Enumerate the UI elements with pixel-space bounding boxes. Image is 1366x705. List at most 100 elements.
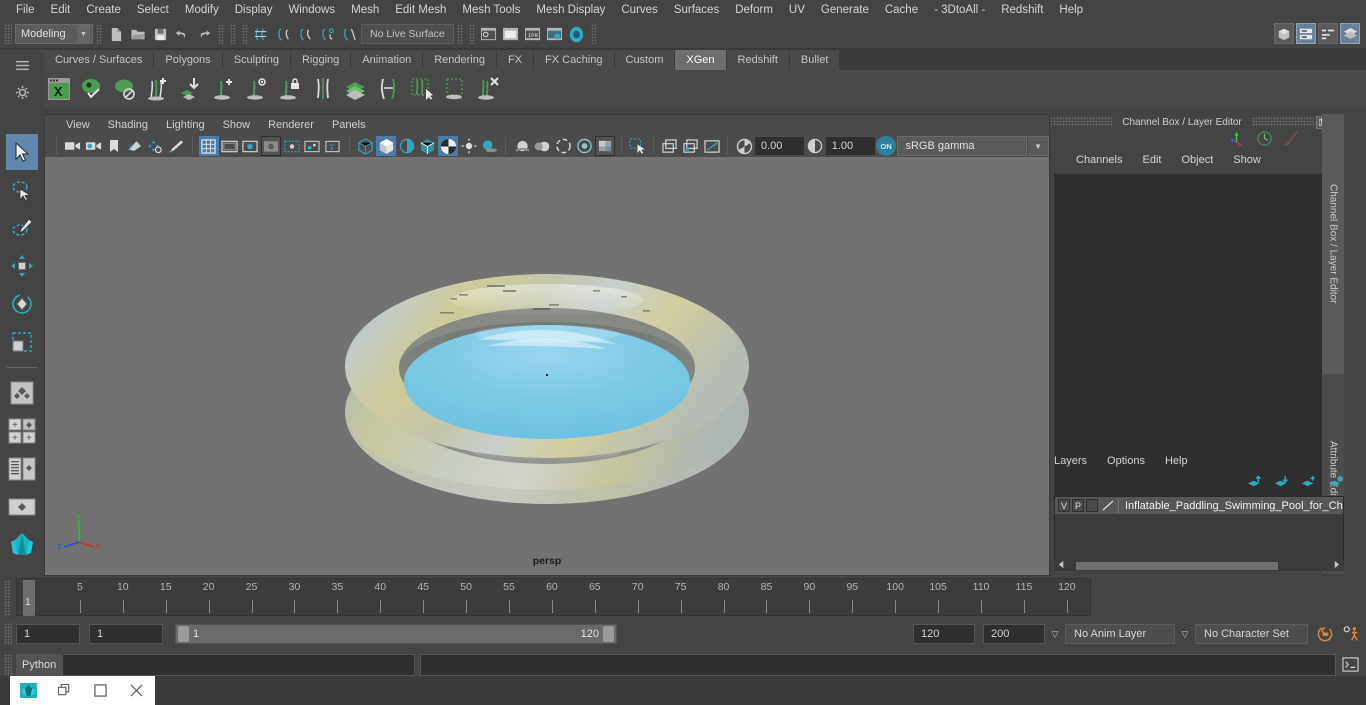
auto-keyframe-toggle-icon[interactable] [1312, 625, 1338, 643]
animation-clock-icon[interactable] [1256, 130, 1273, 150]
menu-curves[interactable]: Curves [613, 0, 665, 20]
menu-mesh-display[interactable]: Mesh Display [528, 0, 613, 20]
film-gate-icon[interactable] [220, 136, 240, 156]
redo-icon[interactable] [193, 23, 215, 45]
texture-toggle-icon[interactable] [438, 136, 459, 156]
script-language-label[interactable]: Python [16, 654, 63, 676]
shadows-toggle-icon[interactable] [480, 136, 500, 156]
menu-set-selector[interactable]: Modeling ▼ [15, 24, 93, 44]
layer-list-horizontal-scrollbar[interactable] [1054, 560, 1344, 571]
menu-uv[interactable]: UV [781, 0, 813, 20]
wireframe-shading-icon[interactable] [356, 136, 376, 156]
create-empty-layer-icon[interactable] [1301, 475, 1317, 492]
viewport-menu-view[interactable]: View [57, 119, 99, 131]
shelf-tab-curves-surfaces[interactable]: Curves / Surfaces [44, 50, 155, 70]
display-layer-copy-2-icon[interactable] [681, 136, 701, 156]
range-slider-left-handle[interactable] [178, 626, 189, 642]
layer-visibility-toggle[interactable]: V [1058, 499, 1070, 512]
layer-menu-help[interactable]: Help [1165, 455, 1188, 467]
shelf-options-menu-icon[interactable] [9, 53, 35, 77]
character-set-select[interactable]: No Character Set [1195, 624, 1308, 644]
toggle-attribute-editor-button[interactable] [1296, 23, 1316, 44]
last-tool-used-icon[interactable] [6, 375, 38, 411]
paint-select-tool-icon[interactable] [6, 210, 38, 246]
xgen-lock-guide-icon[interactable] [275, 73, 305, 105]
menu-3dtoall[interactable]: - 3DtoAll - [926, 0, 993, 20]
channel-menu-channels[interactable]: Channels [1076, 154, 1122, 166]
display-layer-list[interactable]: V P Inflatable_Paddling_Swimming_Pool_fo… [1054, 496, 1344, 568]
lasso-select-tool-icon[interactable] [6, 172, 38, 208]
xgen-convert-primitives-icon[interactable] [374, 73, 404, 105]
display-resolution-icon[interactable] [702, 136, 722, 156]
toggle-tool-settings-button[interactable] [1318, 23, 1338, 44]
layer-playback-toggle[interactable]: P [1072, 499, 1084, 512]
exposure-icon[interactable] [734, 136, 754, 156]
command-line-grip[interactable] [4, 654, 12, 676]
viewport-canvas[interactable]: persp y x z [45, 157, 1049, 575]
layer-row[interactable]: V P Inflatable_Paddling_Swimming_Pool_fo… [1055, 497, 1343, 514]
ipr-render-icon[interactable]: IPR [522, 23, 544, 45]
viewport-menu-panels[interactable]: Panels [323, 119, 375, 131]
scrollbar-thumb[interactable] [1076, 561, 1278, 570]
viewport-render-region-icon[interactable] [595, 136, 615, 156]
shelf-tab-rigging[interactable]: Rigging [290, 50, 352, 70]
bookmark-icon[interactable] [104, 136, 124, 156]
save-scene-icon[interactable] [149, 23, 171, 45]
shade-selected-items-icon[interactable] [397, 136, 417, 156]
render-current-frame-icon[interactable] [500, 23, 522, 45]
display-layer-copy-icon[interactable] [660, 136, 680, 156]
shelf-tab-fx[interactable]: FX [496, 50, 535, 70]
menu-modify[interactable]: Modify [177, 0, 227, 20]
shelf-tab-rendering[interactable]: Rendering [423, 50, 497, 70]
menu-generate[interactable]: Generate [813, 0, 877, 20]
chevron-down-icon[interactable]: ▽ [1045, 624, 1065, 644]
shelf-tab-bullet[interactable]: Bullet [789, 50, 841, 70]
vertical-tab-channel-box[interactable]: Channel Box / Layer Editor [1322, 114, 1344, 374]
statusline-grip[interactable] [4, 24, 12, 44]
xray-toggle-icon[interactable] [282, 136, 302, 156]
image-plane-icon[interactable] [125, 136, 145, 156]
snap-to-grid-icon[interactable] [251, 23, 273, 45]
chevron-down-icon[interactable]: ▼ [1028, 136, 1049, 156]
shelf-tab-sculpting[interactable]: Sculpting [222, 50, 291, 70]
menu-redshift[interactable]: Redshift [993, 0, 1051, 20]
gate-mask-icon[interactable] [260, 136, 281, 156]
range-row-grip[interactable] [4, 623, 12, 645]
snap-to-point-icon[interactable] [295, 23, 317, 45]
command-result-field[interactable] [420, 654, 1336, 676]
viewport-menu-renderer[interactable]: Renderer [259, 119, 323, 131]
smooth-shade-all-icon[interactable] [376, 136, 397, 156]
viewport-menu-shading[interactable]: Shading [99, 119, 157, 131]
restore-icon[interactable] [46, 684, 82, 697]
xray-joints-icon[interactable] [302, 136, 322, 156]
xgen-mirror-guide-icon[interactable] [308, 73, 338, 105]
grease-pencil-icon[interactable] [166, 136, 186, 156]
layer-color-swatch[interactable] [1100, 499, 1116, 513]
undo-icon[interactable] [171, 23, 193, 45]
menu-select[interactable]: Select [129, 0, 177, 20]
menu-mesh[interactable]: Mesh [343, 0, 387, 20]
create-layer-from-selected-icon[interactable] [1328, 475, 1344, 492]
xgen-select-guide-icon[interactable] [407, 73, 437, 105]
render-settings-icon[interactable] [544, 23, 566, 45]
shelf-tab-xgen[interactable]: XGen [675, 50, 727, 70]
xgen-delete-guide-icon[interactable] [473, 73, 503, 105]
menu-windows[interactable]: Windows [280, 0, 343, 20]
hypershade-icon[interactable] [566, 23, 588, 45]
resolution-gate-icon[interactable] [240, 136, 260, 156]
viewport-menu-lighting[interactable]: Lighting [157, 119, 214, 131]
manipulator-axis-icon[interactable] [1229, 130, 1246, 150]
layer-menu-layers[interactable]: Layers [1054, 455, 1087, 467]
menu-display[interactable]: Display [227, 0, 281, 20]
color-space-select[interactable]: sRGB gamma [897, 136, 1028, 156]
xgen-add-description-icon[interactable] [143, 73, 173, 105]
scroll-left-arrow-icon[interactable] [1057, 560, 1066, 572]
channel-menu-show[interactable]: Show [1233, 154, 1261, 166]
shelf-tab-custom[interactable]: Custom [614, 50, 676, 70]
select-tool-icon[interactable] [6, 134, 38, 170]
animation-start-time-field[interactable]: 1 [16, 624, 80, 644]
toggle-modeling-toolkit-button[interactable] [1274, 23, 1294, 44]
select-camera-icon[interactable] [63, 136, 83, 156]
layer-menu-options[interactable]: Options [1107, 455, 1145, 467]
motion-blur-icon[interactable] [533, 136, 553, 156]
